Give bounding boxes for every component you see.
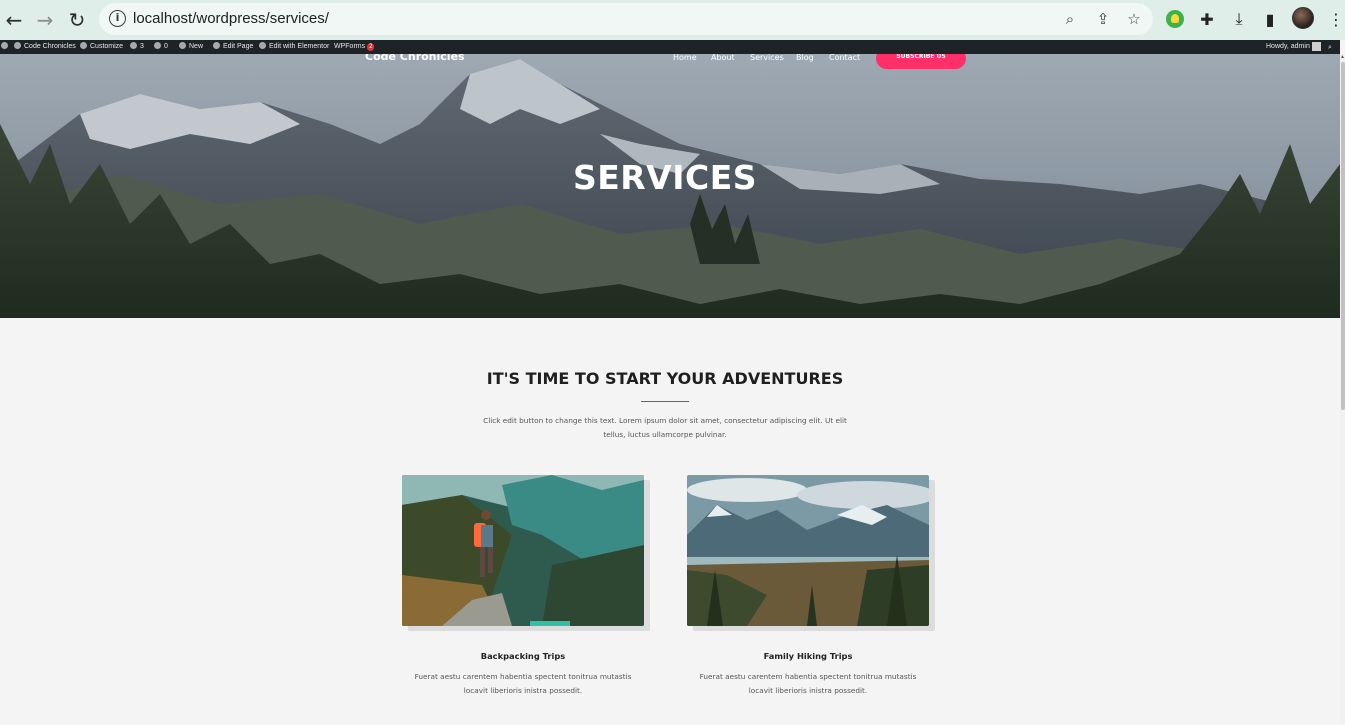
adminbar-edit-elementor[interactable]: Edit with Elementor bbox=[259, 40, 329, 54]
adminbar-search-icon[interactable]: ⌕ bbox=[1328, 40, 1332, 54]
plus-icon bbox=[179, 42, 186, 49]
back-button[interactable]: ← bbox=[0, 6, 28, 34]
scroll-up-arrow-icon[interactable]: ▲ bbox=[1340, 54, 1345, 60]
elementor-icon bbox=[259, 42, 266, 49]
menu-blog[interactable]: Blog bbox=[796, 54, 814, 64]
backpacking-image[interactable] bbox=[402, 475, 644, 626]
side-panel-icon[interactable]: ▮ bbox=[1259, 8, 1281, 30]
profile-avatar[interactable] bbox=[1292, 7, 1314, 29]
bookmark-star-icon[interactable]: ☆ bbox=[1125, 10, 1143, 28]
scrollbar-thumb[interactable] bbox=[1341, 62, 1345, 410]
adminbar-customize[interactable]: Customize bbox=[80, 40, 123, 54]
wpforms-badge: 2 bbox=[367, 43, 375, 51]
reload-button[interactable]: ↻ bbox=[63, 6, 91, 34]
download-icon[interactable]: ⤓ bbox=[1228, 8, 1250, 30]
updates-icon bbox=[130, 42, 137, 49]
intro-line-1: Click edit button to change this text. L… bbox=[483, 416, 847, 425]
extensions-puzzle-icon[interactable]: ✚ bbox=[1196, 8, 1218, 30]
family-hiking-image[interactable] bbox=[687, 475, 929, 626]
intro-line-2: tellus, luctus ullamcorpe pulvinar. bbox=[603, 430, 727, 439]
adminbar-new[interactable]: New bbox=[179, 40, 203, 54]
arrow-left-icon: ← bbox=[5, 8, 23, 32]
forward-button[interactable]: → bbox=[31, 6, 59, 34]
card-title-backpacking[interactable]: Backpacking Trips bbox=[402, 651, 644, 661]
wp-admin-bar: Code Chronicles Customize 3 0 New Edit P… bbox=[0, 40, 1340, 54]
subscribe-button[interactable]: SUBSCRIBE US bbox=[876, 54, 966, 69]
card-desc-backpacking: Fuerat aestu carentem habentia spectent … bbox=[402, 670, 644, 698]
admin-avatar[interactable] bbox=[1312, 42, 1321, 51]
heading-divider bbox=[641, 401, 689, 402]
share-icon[interactable]: ⇪ bbox=[1094, 10, 1112, 28]
section-heading: IT'S TIME TO START YOUR ADVENTURES bbox=[486, 369, 844, 388]
menu-kebab-icon[interactable]: ⋮ bbox=[1325, 8, 1345, 30]
menu-home[interactable]: Home bbox=[673, 54, 697, 64]
arrow-right-icon: → bbox=[36, 8, 54, 32]
section-intro: Click edit button to change this text. L… bbox=[475, 414, 855, 442]
browser-toolbar: ← → ↻ i localhost/wordpress/services/ ⌕ … bbox=[0, 0, 1345, 40]
zoom-icon[interactable]: ⌕ bbox=[1061, 10, 1079, 28]
extension-bulb-icon[interactable] bbox=[1164, 8, 1186, 30]
adminbar-updates[interactable]: 3 bbox=[130, 40, 144, 54]
adminbar-site-link[interactable]: Code Chronicles bbox=[14, 40, 76, 54]
card-desc-line: Fuerat aestu carentem habentia spectent … bbox=[414, 672, 632, 681]
menu-about[interactable]: About bbox=[711, 54, 735, 64]
url-text[interactable]: localhost/wordpress/services/ bbox=[133, 10, 329, 27]
wordpress-logo-icon[interactable] bbox=[1, 40, 11, 54]
address-bar[interactable]: i localhost/wordpress/services/ ⌕ ⇪ ☆ bbox=[99, 3, 1153, 35]
adminbar-comments[interactable]: 0 bbox=[154, 40, 168, 54]
hero-banner: Code Chronicles Home About Services Blog… bbox=[0, 54, 1340, 318]
adminbar-howdy[interactable]: Howdy, admin bbox=[1266, 40, 1310, 54]
hero-title: SERVICES bbox=[572, 158, 758, 197]
card-desc-line: locavit liberioris inistra possedit. bbox=[748, 686, 868, 695]
card-title-family-hiking[interactable]: Family Hiking Trips bbox=[687, 651, 929, 661]
card-desc-family-hiking: Fuerat aestu carentem habentia spectent … bbox=[687, 670, 929, 698]
home-icon bbox=[14, 42, 21, 49]
site-info-icon[interactable]: i bbox=[109, 10, 126, 27]
site-title[interactable]: Code Chronicles bbox=[365, 54, 465, 63]
comment-icon bbox=[154, 42, 161, 49]
adminbar-wpforms[interactable]: WPForms 2 bbox=[334, 40, 375, 54]
menu-contact[interactable]: Contact bbox=[829, 54, 860, 64]
brush-icon bbox=[80, 42, 87, 49]
card-desc-line: Fuerat aestu carentem habentia spectent … bbox=[699, 672, 917, 681]
menu-services[interactable]: Services bbox=[750, 54, 784, 64]
card-desc-line: locavit liberioris inistra possedit. bbox=[463, 686, 583, 695]
pencil-icon bbox=[213, 42, 220, 49]
adminbar-edit-page[interactable]: Edit Page bbox=[213, 40, 253, 54]
reload-icon: ↻ bbox=[68, 8, 86, 32]
